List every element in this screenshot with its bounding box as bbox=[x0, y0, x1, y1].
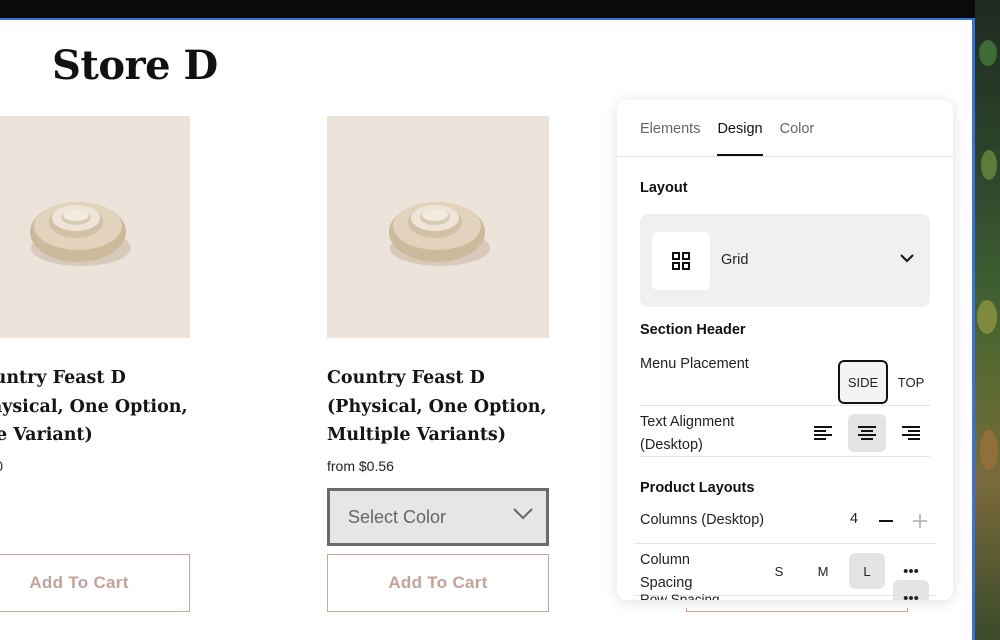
product-name-line: (Physical, One Option, bbox=[0, 396, 188, 417]
divider bbox=[634, 543, 936, 544]
panel-tabs: Elements Design Color bbox=[617, 100, 953, 157]
tab-elements[interactable]: Elements bbox=[640, 100, 700, 156]
columns-decrement-button[interactable] bbox=[875, 510, 897, 532]
align-left-button[interactable] bbox=[804, 414, 842, 452]
columns-desktop-label: Columns (Desktop) bbox=[640, 512, 765, 528]
layout-heading: Layout bbox=[640, 180, 688, 196]
design-panel: Elements Design Color Layout Grid Sectio… bbox=[617, 100, 953, 600]
align-left-icon bbox=[814, 426, 832, 440]
product-price: from $0.56 bbox=[327, 457, 394, 474]
menu-placement-label: Menu Placement bbox=[640, 356, 749, 372]
bowl-image bbox=[389, 202, 490, 266]
product-card[interactable]: Country Feast D (Physical, One Option, M… bbox=[327, 116, 549, 474]
layout-selected-value: Grid bbox=[721, 252, 749, 268]
product-name-line: Multiple Variants) bbox=[327, 425, 507, 445]
color-select-placeholder: Select Color bbox=[348, 506, 447, 527]
product-name-line: One Variant) bbox=[0, 425, 93, 445]
text-alignment-label: Text Alignment (Desktop) bbox=[640, 411, 734, 457]
tree-shape bbox=[977, 300, 997, 334]
tree-shape bbox=[981, 150, 997, 180]
site-preview-canvas: Store D Country Feast D (Physical, One O… bbox=[0, 18, 975, 640]
product-price: $0.00 bbox=[0, 458, 190, 474]
product-name-line: Country Feast D bbox=[327, 368, 485, 388]
divider bbox=[640, 405, 930, 406]
product-image[interactable] bbox=[327, 116, 549, 338]
divider bbox=[640, 456, 930, 457]
product-card[interactable]: Country Feast D (Physical, One Option, O… bbox=[0, 116, 190, 474]
column-spacing-s-button[interactable]: S bbox=[761, 553, 797, 589]
align-right-icon bbox=[902, 426, 920, 440]
text-alignment-label-line: Text Alignment bbox=[640, 414, 735, 430]
product-name-line: Country Feast D bbox=[0, 368, 126, 388]
grid-icon-tile bbox=[652, 232, 710, 290]
background-landscape-image bbox=[975, 0, 1000, 640]
align-right-button[interactable] bbox=[892, 414, 930, 452]
grid-icon bbox=[672, 252, 690, 270]
product-name[interactable]: Country Feast D (Physical, One Option, M… bbox=[327, 364, 549, 450]
row-spacing-l-button[interactable]: L bbox=[849, 588, 885, 601]
row-spacing-more-button[interactable]: ••• bbox=[893, 580, 929, 600]
tree-shape bbox=[980, 430, 998, 470]
minus-icon bbox=[879, 520, 893, 522]
columns-increment-button[interactable] bbox=[909, 510, 931, 532]
hidden-card-edge bbox=[686, 608, 908, 612]
bowl-image bbox=[30, 202, 131, 266]
plus-icon bbox=[913, 514, 927, 528]
tab-color[interactable]: Color bbox=[780, 100, 815, 156]
column-spacing-label-line: Column bbox=[640, 552, 690, 568]
add-to-cart-button[interactable]: Add To Cart bbox=[327, 554, 549, 612]
menu-placement-top-button[interactable]: TOP bbox=[893, 362, 929, 402]
row-spacing-label: Row Spacing bbox=[640, 592, 720, 600]
product-name-line: (Physical, One Option, bbox=[327, 396, 547, 417]
product-layouts-heading: Product Layouts bbox=[640, 480, 755, 496]
section-header-heading: Section Header bbox=[640, 322, 746, 338]
menu-placement-side-button[interactable]: SIDE bbox=[837, 359, 889, 405]
tab-design[interactable]: Design bbox=[717, 100, 763, 156]
product-name[interactable]: Country Feast D (Physical, One Option, O… bbox=[0, 364, 190, 450]
color-select[interactable]: Select Color bbox=[327, 488, 549, 546]
page-title: Store D bbox=[52, 42, 218, 89]
column-spacing-l-button[interactable]: L bbox=[849, 553, 885, 589]
align-center-icon bbox=[858, 426, 876, 440]
top-strip bbox=[0, 0, 1000, 18]
align-center-button[interactable] bbox=[848, 414, 886, 452]
chevron-down-icon bbox=[900, 254, 914, 263]
column-spacing-m-button[interactable]: M bbox=[805, 553, 841, 589]
text-alignment-label-line: (Desktop) bbox=[640, 437, 703, 453]
add-to-cart-button[interactable]: Add To Cart bbox=[0, 554, 190, 612]
layout-dropdown[interactable]: Grid bbox=[640, 214, 930, 307]
columns-value: 4 bbox=[850, 511, 859, 527]
tree-shape bbox=[979, 40, 997, 66]
chevron-down-icon bbox=[513, 508, 533, 520]
row-spacing-s-button[interactable]: S bbox=[761, 588, 797, 601]
row-spacing-m-button[interactable]: M bbox=[805, 588, 841, 601]
product-image[interactable] bbox=[0, 116, 190, 338]
